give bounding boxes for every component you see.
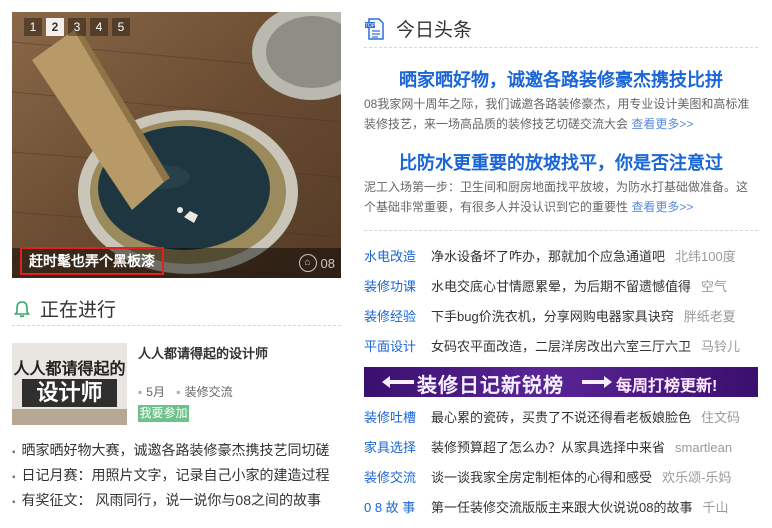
bell-icon [13, 300, 31, 317]
article-title[interactable]: 净水设备坏了咋办，那就加个应急通道吧 [431, 242, 665, 272]
headlines-section-title: 今日头条 [396, 20, 473, 41]
meta-bullet-2: ▪ [176, 385, 181, 399]
list-bullet: ▪ [12, 472, 16, 483]
article-row[interactable]: 装修功课 水电交底心甘情愿累晕，为后期不留遗憾值得 空气 [364, 272, 762, 302]
slider-dot-2[interactable]: 2 [46, 18, 64, 36]
banner-right-text: 每周打榜更新! [616, 378, 718, 395]
ongoing-section-header: 正在进行 [12, 292, 341, 326]
article-category[interactable]: 0 8 故 事 [364, 493, 431, 523]
thumbnail-floor [12, 409, 127, 425]
ongoing-list: ▪ 晒家晒好物大赛，诚邀各路装修豪杰携技艺同切磋 ▪ 日记月赛：用照片文字，记录自己… [12, 438, 341, 513]
headline-title[interactable]: 晒家晒好物，诚邀各路装修豪杰携技比拼 [364, 66, 758, 92]
article-title[interactable]: 最心累的瓷砖，买贵了不说还得看老板娘脸色 [431, 403, 691, 433]
headline-summary: 08我家网十周年之际，我们诚邀各路装修豪杰，用专业设计美图和高标准装修技艺，来一… [364, 94, 758, 134]
article-author[interactable]: smartlean [675, 433, 732, 463]
article-category[interactable]: 平面设计 [364, 332, 431, 362]
article-author[interactable]: 北纬100度 [675, 242, 736, 272]
article-title[interactable]: 装修预算超了怎么办？从家具选择中来省 [431, 433, 665, 463]
paint-can-photo [12, 12, 341, 278]
headline-title[interactable]: 比防水更重要的放坡找平，你是否注意过 [364, 149, 758, 175]
list-item[interactable]: ▪ 晒家晒好物大赛，诚邀各路装修豪杰携技艺同切磋 [12, 438, 341, 463]
slider-dot-1[interactable]: 1 [24, 18, 42, 36]
diary-ranking-banner[interactable]: 装修日记新锐榜 每周打榜更新! [364, 367, 758, 397]
slider-dot-5[interactable]: 5 [112, 18, 130, 36]
article-row[interactable]: 水电改造 净水设备坏了咋办，那就加个应急通道吧 北纬100度 [364, 242, 762, 272]
arrow-left-icon [382, 376, 414, 388]
list-bullet: ▪ [12, 447, 16, 458]
watermark-text: 08 [320, 255, 335, 271]
article-category[interactable]: 装修交流 [364, 463, 431, 493]
article-category[interactable]: 装修经验 [364, 302, 431, 332]
event-category[interactable]: 装修交流 [185, 385, 233, 399]
headline-summary: 泥工入场第一步：卫生间和厨房地面找平放坡，为防水打基础做准备。这个基础非常重要，… [364, 177, 758, 217]
article-title[interactable]: 第一任装修交流版版主来跟大伙说说08的故事 [431, 493, 692, 523]
news-document-icon: TOP [365, 17, 384, 40]
article-row[interactable]: 装修吐槽 最心累的瓷砖，买贵了不说还得看老板娘脸色 住文码 [364, 403, 762, 433]
list-item-text[interactable]: 日记月赛：用照片文字，记录自己小家的建造过程 [22, 467, 330, 483]
image-slider[interactable]: 1 2 3 4 5 赶时髦也弄个黑板漆 ⌂ 08 [12, 12, 341, 278]
article-list-top: 水电改造 净水设备坏了咋办，那就加个应急通道吧 北纬100度 装修功课 水电交底… [364, 242, 762, 362]
ongoing-section-title: 正在进行 [40, 300, 117, 321]
watermark: ⌂ 08 [298, 254, 335, 272]
article-category[interactable]: 装修吐槽 [364, 403, 431, 433]
article-title[interactable]: 水电交底心甘情愿累晕，为后期不留遗憾值得 [431, 272, 691, 302]
article-author[interactable]: 马铃儿 [701, 332, 740, 362]
slider-caption[interactable]: 赶时髦也弄个黑板漆 [20, 247, 164, 275]
list-item-text[interactable]: 晒家晒好物大赛，诚邀各路装修豪杰携技艺同切磋 [22, 442, 330, 458]
article-list-bottom: 装修吐槽 最心累的瓷砖，买贵了不说还得看老板娘脸色 住文码 家具选择 装修预算超… [364, 403, 762, 523]
headlines-section-header: TOP 今日头条 [364, 10, 758, 48]
list-item[interactable]: ▪ 日记月赛：用照片文字，记录自己小家的建造过程 [12, 463, 341, 488]
article-title[interactable]: 下手bug价洗衣机，分享网购电器家具诀窍 [431, 302, 674, 332]
article-row[interactable]: 装修经验 下手bug价洗衣机，分享网购电器家具诀窍 胖纸老夏 [364, 302, 762, 332]
svg-text:TOP: TOP [365, 23, 376, 29]
slider-pagination: 1 2 3 4 5 [24, 18, 130, 36]
article-author[interactable]: 千山 [702, 493, 728, 523]
slider-dot-4[interactable]: 4 [90, 18, 108, 36]
view-more-link[interactable]: 查看更多>> [631, 117, 693, 131]
article-row[interactable]: 平面设计 女码农平面改造，二层洋房改出六室三厅六卫 马铃儿 [364, 332, 762, 362]
article-row[interactable]: 0 8 故 事 第一任装修交流版版主来跟大伙说说08的故事 千山 [364, 493, 762, 523]
list-item-text[interactable]: 有奖征文： 风雨同行，说一说你与08之间的故事 [22, 492, 321, 508]
home-logo-icon: ⌂ [298, 254, 317, 272]
view-more-link[interactable]: 查看更多>> [631, 200, 693, 214]
meta-bullet-1: ▪ [138, 385, 143, 399]
arrow-right-icon [582, 376, 612, 388]
article-author[interactable]: 胖纸老夏 [684, 302, 736, 332]
article-author[interactable]: 空气 [701, 272, 727, 302]
event-month: 5月 [146, 385, 165, 399]
divider [364, 230, 758, 231]
article-category[interactable]: 家具选择 [364, 433, 431, 463]
event-thumbnail-line2: 设计师 [22, 379, 117, 407]
event-thumbnail[interactable]: 人人都请得起的 设计师 [12, 343, 127, 425]
list-item[interactable]: ▪ 有奖征文： 风雨同行，说一说你与08之间的故事 [12, 488, 341, 513]
event-title[interactable]: 人人都请得起的设计师 [138, 343, 268, 362]
join-button[interactable]: 我要参加 [138, 405, 189, 422]
article-row[interactable]: 装修交流 谈一谈我家全房定制柜体的心得和感受 欢乐颂-乐妈 [364, 463, 762, 493]
article-author[interactable]: 欢乐颂-乐妈 [662, 463, 731, 493]
event-meta: ▪ 5月 ▪ 装修交流 [138, 383, 233, 400]
article-row[interactable]: 家具选择 装修预算超了怎么办？从家具选择中来省 smartlean [364, 433, 762, 463]
banner-left-text: 装修日记新锐榜 [417, 375, 564, 397]
article-title[interactable]: 女码农平面改造，二层洋房改出六室三厅六卫 [431, 332, 691, 362]
list-bullet: ▪ [12, 497, 16, 508]
article-category[interactable]: 装修功课 [364, 272, 431, 302]
article-title[interactable]: 谈一谈我家全房定制柜体的心得和感受 [431, 463, 652, 493]
article-author[interactable]: 住文码 [701, 403, 740, 433]
slider-dot-3[interactable]: 3 [68, 18, 86, 36]
event-thumbnail-line1: 人人都请得起的 [13, 361, 126, 378]
article-category[interactable]: 水电改造 [364, 242, 431, 272]
